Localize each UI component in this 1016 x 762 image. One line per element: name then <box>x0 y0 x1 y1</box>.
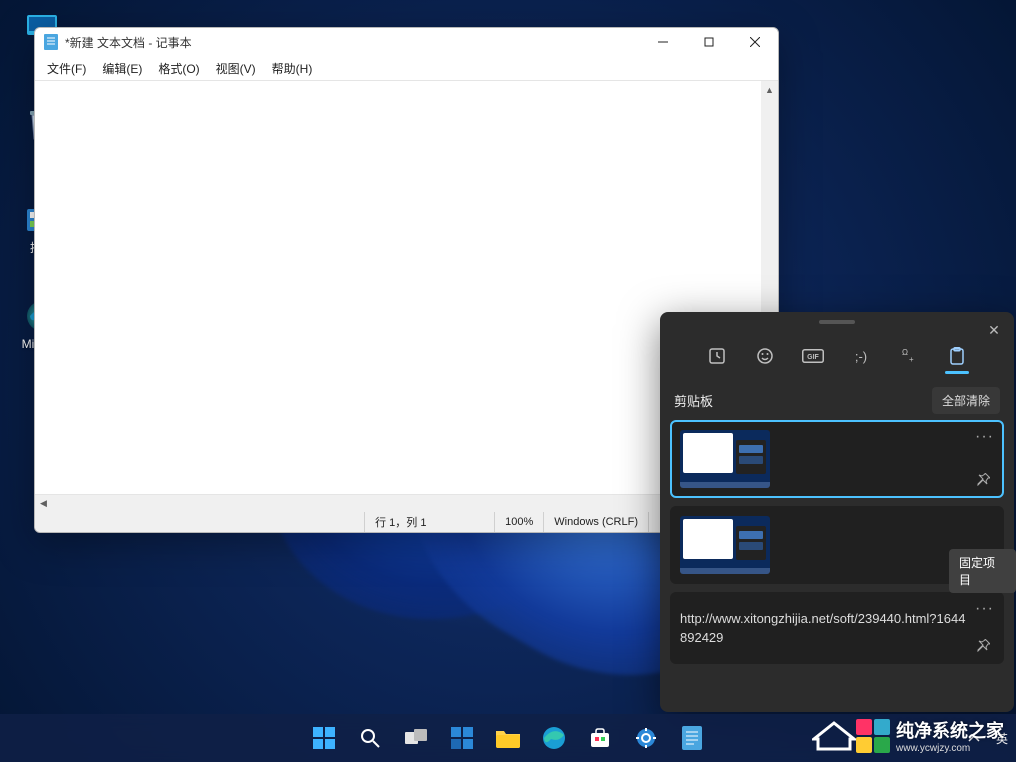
task-view-icon <box>404 726 428 750</box>
task-view-button[interactable] <box>396 718 436 758</box>
explorer-button[interactable] <box>488 718 528 758</box>
pin-icon <box>977 473 990 486</box>
window-controls <box>640 28 778 56</box>
recent-icon <box>708 347 726 365</box>
minimize-button[interactable] <box>640 28 686 56</box>
item-more-button[interactable]: ··· <box>975 428 994 446</box>
gif-icon: GIF <box>802 349 824 363</box>
chevron-up-icon <box>968 734 980 742</box>
tab-kaomoji[interactable]: ;-) <box>846 336 876 376</box>
menu-edit[interactable]: 编辑(E) <box>94 58 150 79</box>
clipboard-item[interactable]: ··· <box>670 420 1004 498</box>
tab-gif[interactable]: GIF <box>798 336 828 376</box>
status-zoom: 100% <box>494 512 543 532</box>
windows-logo-icon <box>312 726 336 750</box>
panel-close-button[interactable]: ✕ <box>980 318 1008 342</box>
store-icon <box>588 726 612 750</box>
clipboard-icon <box>949 347 965 365</box>
status-eol: Windows (CRLF) <box>543 512 648 532</box>
pin-icon <box>977 559 990 572</box>
svg-text:Ω: Ω <box>902 348 908 357</box>
titlebar[interactable]: *新建 文本文档 - 记事本 <box>35 28 778 56</box>
panel-grip[interactable]: ✕ <box>660 312 1014 332</box>
pin-icon <box>977 639 990 652</box>
clipboard-text: http://www.xitongzhijia.net/soft/239440.… <box>680 609 994 648</box>
tab-recent[interactable] <box>702 336 732 376</box>
tab-emoji[interactable] <box>750 336 780 376</box>
tab-symbols[interactable]: Ω+ <box>894 336 924 376</box>
emoji-icon <box>756 347 774 365</box>
edge-button[interactable] <box>534 718 574 758</box>
clear-all-button[interactable]: 全部清除 <box>932 387 1000 414</box>
clipboard-header: 剪贴板 全部清除 <box>660 380 1014 420</box>
svg-text:GIF: GIF <box>807 354 819 361</box>
item-more-button[interactable]: ··· <box>975 600 994 618</box>
notepad-icon <box>680 726 704 750</box>
item-pin-button[interactable] <box>972 468 994 490</box>
gear-icon <box>634 726 658 750</box>
taskbar-tray: 英 <box>962 730 1016 747</box>
clipboard-thumbnail <box>680 516 770 574</box>
taskbar: 英 <box>0 714 1016 762</box>
item-pin-button[interactable] <box>972 554 994 576</box>
search-icon <box>358 726 382 750</box>
widgets-button[interactable] <box>442 718 482 758</box>
menubar: 文件(F) 编辑(E) 格式(O) 视图(V) 帮助(H) <box>35 56 778 80</box>
clipboard-item[interactable] <box>670 506 1004 584</box>
tab-clipboard[interactable] <box>942 336 972 376</box>
close-button[interactable] <box>732 28 778 56</box>
symbols-icon: Ω+ <box>900 347 918 365</box>
kaomoji-icon: ;-) <box>855 349 867 364</box>
scroll-left-arrow-icon[interactable]: ◀ <box>35 495 52 512</box>
widgets-icon <box>450 726 474 750</box>
notepad-icon <box>43 34 59 50</box>
window-title: *新建 文本文档 - 记事本 <box>65 34 640 51</box>
menu-help[interactable]: 帮助(H) <box>264 58 321 79</box>
start-button[interactable] <box>304 718 344 758</box>
scroll-up-arrow-icon[interactable]: ▲ <box>761 81 778 98</box>
tray-overflow-button[interactable] <box>962 730 986 746</box>
search-button[interactable] <box>350 718 390 758</box>
taskbar-center <box>304 718 712 758</box>
clipboard-panel: ✕ GIF ;-) Ω+ 剪贴板 全部清除 ··· <box>660 312 1014 712</box>
clipboard-list: ··· http://www.xitongzhijia.net/soft/239… <box>660 420 1014 712</box>
status-position: 行 1，列 1 <box>364 512 494 532</box>
panel-tabs: GIF ;-) Ω+ <box>660 332 1014 380</box>
item-pin-button[interactable] <box>972 634 994 656</box>
notepad-taskbar-button[interactable] <box>672 718 712 758</box>
maximize-button[interactable] <box>686 28 732 56</box>
folder-icon <box>496 726 520 750</box>
menu-format[interactable]: 格式(O) <box>150 58 207 79</box>
settings-button[interactable] <box>626 718 666 758</box>
menu-file[interactable]: 文件(F) <box>39 58 94 79</box>
store-button[interactable] <box>580 718 620 758</box>
menu-view[interactable]: 视图(V) <box>208 58 264 79</box>
ime-language[interactable]: 英 <box>996 730 1008 747</box>
clipboard-thumbnail <box>680 430 770 488</box>
edge-icon <box>542 726 566 750</box>
clipboard-title: 剪贴板 <box>674 391 713 410</box>
svg-text:+: + <box>909 355 914 364</box>
clipboard-item[interactable]: http://www.xitongzhijia.net/soft/239440.… <box>670 592 1004 664</box>
